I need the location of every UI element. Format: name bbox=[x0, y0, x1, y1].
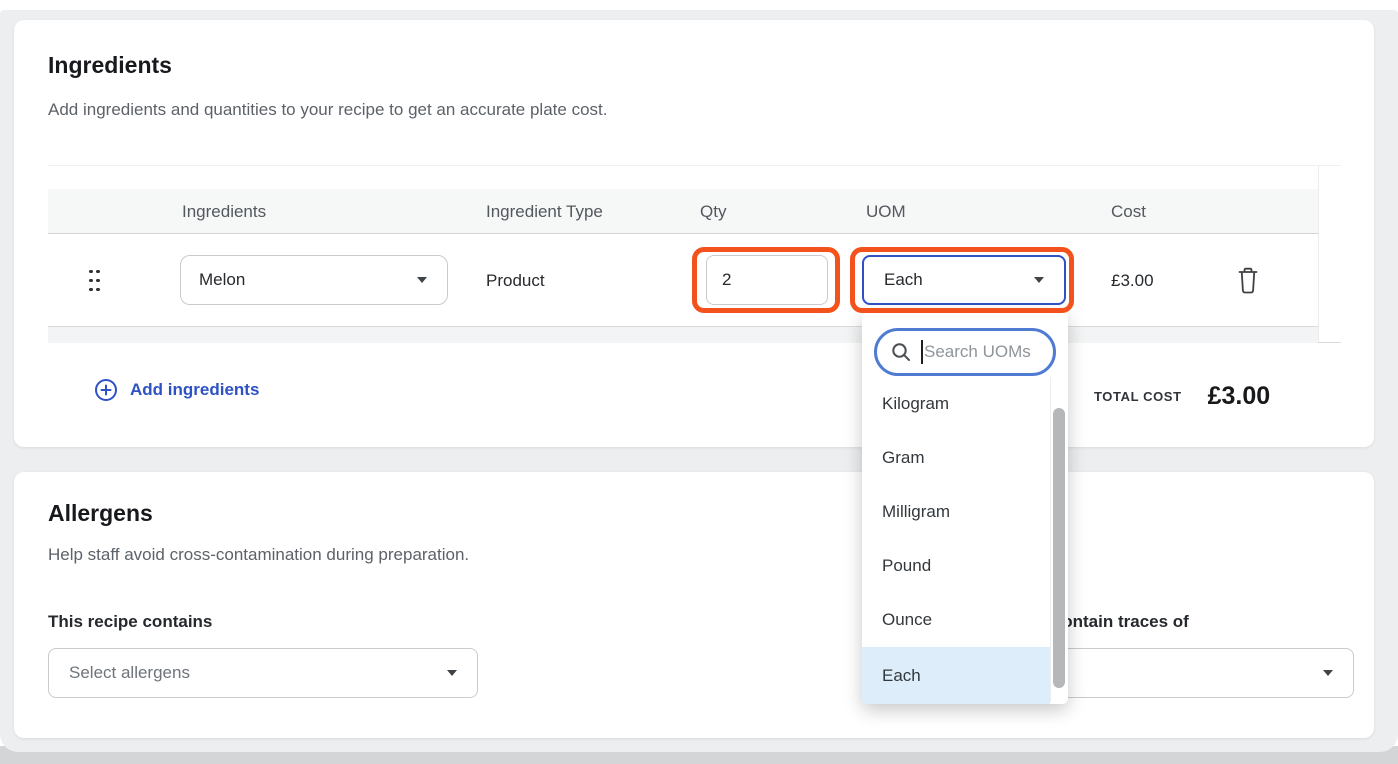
add-ingredients-button[interactable]: Add ingredients bbox=[94, 376, 259, 404]
uom-select-value: Each bbox=[864, 270, 923, 290]
column-header-ingredient-type: Ingredient Type bbox=[486, 189, 603, 234]
chevron-down-icon bbox=[447, 670, 457, 676]
allergens-title: Allergens bbox=[48, 500, 153, 527]
table-footer-band bbox=[48, 327, 1318, 343]
uom-option-ounce[interactable]: Ounce bbox=[862, 593, 1050, 647]
ingredients-table: Ingredients Ingredient Type Qty UOM Cost… bbox=[48, 165, 1341, 343]
chevron-down-icon bbox=[1034, 277, 1044, 283]
ingredient-select[interactable]: Melon bbox=[180, 255, 448, 305]
total-cost-row: TOTAL COST £3.00 bbox=[1094, 380, 1270, 412]
allergens-card: Allergens Help staff avoid cross-contami… bbox=[14, 472, 1374, 738]
column-header-cost: Cost bbox=[1111, 189, 1146, 234]
column-header-uom: UOM bbox=[866, 189, 906, 234]
ingredients-card: Ingredients Add ingredients and quantiti… bbox=[14, 20, 1374, 447]
search-icon bbox=[890, 341, 912, 363]
uom-search-field[interactable] bbox=[874, 328, 1056, 376]
add-ingredients-label: Add ingredients bbox=[130, 380, 259, 400]
uom-option-kilogram[interactable]: Kilogram bbox=[862, 377, 1050, 431]
delete-row-button[interactable] bbox=[1236, 267, 1260, 295]
uom-option-milligram[interactable]: Milligram bbox=[862, 485, 1050, 539]
allergens-subtitle: Help staff avoid cross-contamination dur… bbox=[48, 545, 469, 565]
trash-icon bbox=[1236, 267, 1260, 295]
cost-value: £3.00 bbox=[1111, 234, 1154, 327]
recipe-editor-page: Ingredients Add ingredients and quantiti… bbox=[0, 0, 1398, 764]
uom-options-list: Kilogram Gram Milligram Pound Ounce Each bbox=[862, 377, 1068, 704]
column-header-qty: Qty bbox=[700, 189, 726, 234]
qty-input[interactable] bbox=[706, 255, 828, 305]
total-cost-label: TOTAL COST bbox=[1094, 389, 1182, 404]
dropdown-scrollbar-thumb[interactable] bbox=[1053, 408, 1065, 688]
recipe-contains-label: This recipe contains bbox=[48, 612, 212, 632]
text-cursor bbox=[921, 340, 923, 364]
table-row: Melon Product Each £3.00 bbox=[48, 234, 1318, 327]
contains-allergens-select[interactable]: Select allergens bbox=[48, 648, 478, 698]
uom-option-each-selected[interactable]: Each bbox=[862, 647, 1050, 704]
total-cost-value: £3.00 bbox=[1208, 382, 1271, 411]
uom-select[interactable]: Each bbox=[862, 255, 1066, 305]
table-scrollbar-gutter[interactable] bbox=[1318, 166, 1341, 342]
ingredients-title: Ingredients bbox=[48, 52, 172, 79]
ingredient-select-value: Melon bbox=[181, 270, 245, 290]
uom-search-input[interactable] bbox=[924, 342, 1036, 362]
contains-allergens-placeholder: Select allergens bbox=[49, 663, 190, 683]
chevron-down-icon bbox=[417, 277, 427, 283]
ingredient-type-value: Product bbox=[486, 234, 545, 327]
drag-handle-icon[interactable] bbox=[87, 267, 102, 294]
uom-option-gram[interactable]: Gram bbox=[862, 431, 1050, 485]
chevron-down-icon bbox=[1323, 670, 1333, 676]
uom-dropdown-panel: Kilogram Gram Milligram Pound Ounce Each bbox=[862, 312, 1068, 704]
dropdown-scrollbar-track[interactable] bbox=[1050, 377, 1066, 702]
uom-option-pound[interactable]: Pound bbox=[862, 539, 1050, 593]
ingredients-subtitle: Add ingredients and quantities to your r… bbox=[48, 100, 607, 120]
table-header-row: Ingredients Ingredient Type Qty UOM Cost bbox=[48, 189, 1318, 234]
plus-circle-icon bbox=[94, 378, 118, 402]
column-header-ingredients: Ingredients bbox=[182, 189, 266, 234]
